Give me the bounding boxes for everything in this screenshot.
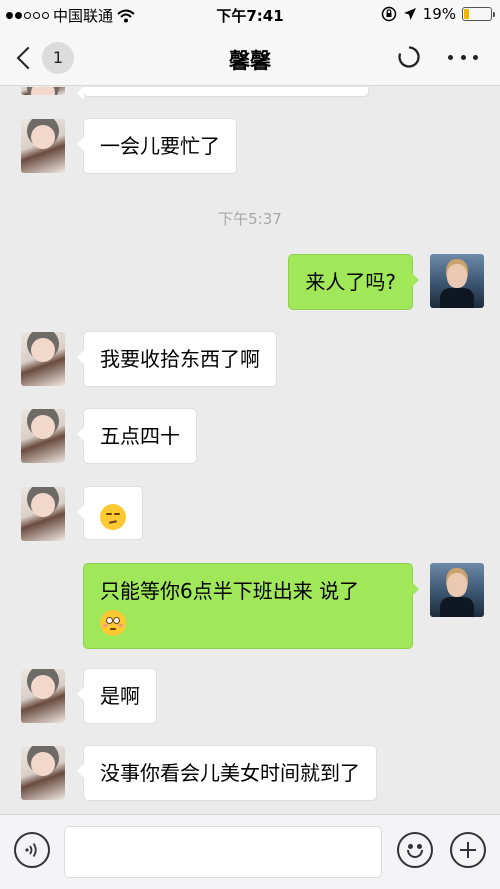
message-text: 一会儿要忙了 xyxy=(100,134,220,158)
carrier-label: 中国联通 xyxy=(53,7,114,25)
chevron-left-icon xyxy=(16,46,40,70)
message-text: 我要收拾东西了啊 xyxy=(100,347,260,371)
message-bubble-incoming[interactable]: 我要收拾东西了啊 xyxy=(77,331,277,387)
my-avatar[interactable] xyxy=(430,254,484,308)
chat-history[interactable]: 一会儿要忙了 下午5:37 来人了吗? 我要收拾东西了啊 五点四十 只能等你6点… xyxy=(0,87,500,814)
signal-strength-icon xyxy=(6,12,49,19)
refresh-icon[interactable] xyxy=(397,45,421,69)
message-input-bar xyxy=(0,814,500,889)
contact-avatar[interactable] xyxy=(21,332,65,386)
contact-avatar[interactable] xyxy=(21,409,65,463)
contact-avatar[interactable] xyxy=(21,746,65,800)
chat-title: 馨馨 xyxy=(229,49,271,73)
contact-avatar[interactable] xyxy=(21,669,65,723)
emoji-icon[interactable] xyxy=(397,832,433,868)
message-text: 五点四十 xyxy=(100,424,180,448)
message-bubble-incoming[interactable]: 没事你看会儿美女时间就到了 xyxy=(77,745,377,801)
contact-avatar[interactable] xyxy=(21,119,65,173)
status-bar: 中国联通 下午7:41 19% xyxy=(0,0,500,30)
contact-avatar[interactable] xyxy=(21,87,65,95)
flushed-face-icon xyxy=(100,609,126,636)
location-arrow-icon xyxy=(403,8,416,20)
message-bubble-outgoing[interactable]: 只能等你6点半下班出来 说了 xyxy=(83,563,419,649)
unread-count-badge: 1 xyxy=(42,42,74,74)
message-bubble-incoming[interactable]: 是啊 xyxy=(77,668,157,724)
battery-icon xyxy=(462,7,495,21)
message-bubble-partial[interactable] xyxy=(77,87,369,100)
wifi-icon xyxy=(117,9,135,22)
message-bubble-incoming[interactable]: 五点四十 xyxy=(77,408,197,464)
contact-avatar[interactable] xyxy=(21,487,65,541)
message-text: 来人了吗? xyxy=(305,270,396,294)
message-text: 没事你看会儿美女时间就到了 xyxy=(100,761,360,785)
status-right: 19% xyxy=(381,5,495,23)
message-text-input[interactable] xyxy=(64,826,382,878)
message-bubble-incoming[interactable]: 一会儿要忙了 xyxy=(77,118,237,174)
message-timestamp: 下午5:37 xyxy=(218,210,282,228)
message-text: 是啊 xyxy=(100,684,140,708)
message-bubble-incoming[interactable] xyxy=(77,486,143,540)
plus-icon[interactable] xyxy=(450,832,486,868)
message-text: 只能等你6点半下班出来 说了 xyxy=(100,579,360,603)
voice-icon[interactable] xyxy=(14,832,50,868)
battery-percent: 19% xyxy=(422,5,456,23)
battery-level-fill xyxy=(464,9,469,19)
navigation-bar: 1 馨馨 xyxy=(0,30,500,86)
my-avatar[interactable] xyxy=(430,563,484,617)
more-options-icon[interactable] xyxy=(448,45,478,69)
status-left: 中国联通 xyxy=(6,5,135,26)
unamused-face-icon xyxy=(100,503,126,530)
rotation-lock-icon xyxy=(381,6,396,22)
message-bubble-outgoing[interactable]: 来人了吗? xyxy=(288,254,419,310)
back-button[interactable]: 1 xyxy=(14,42,74,74)
